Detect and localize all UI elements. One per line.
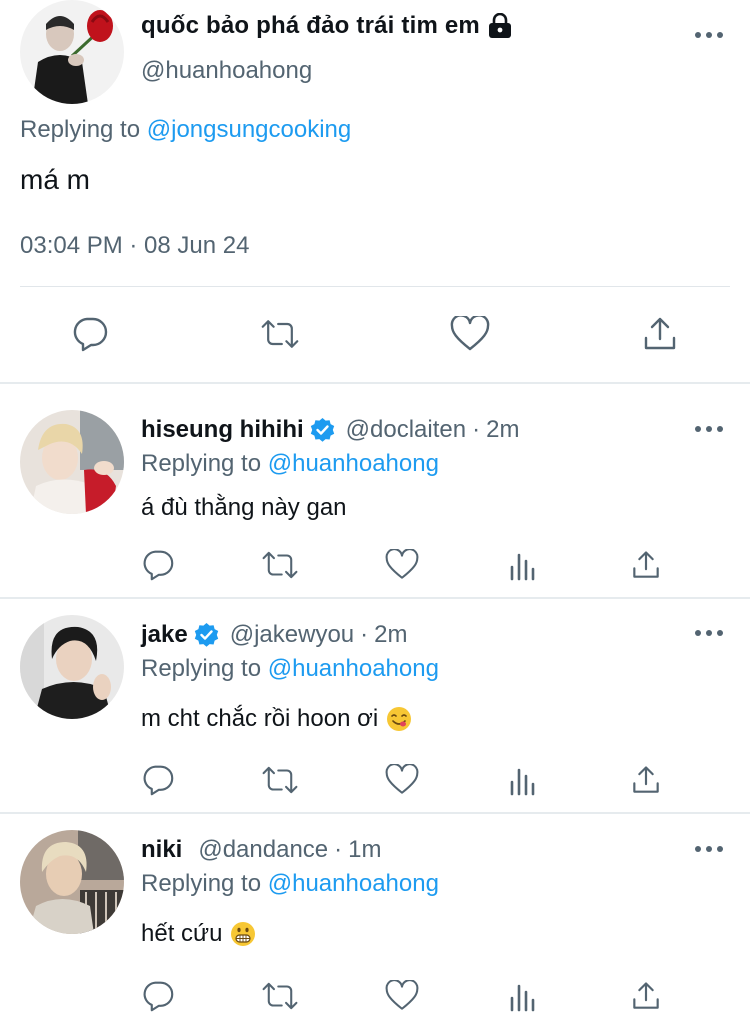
reply-icon[interactable] [138,976,178,1016]
replying-to-link[interactable]: @huanhoahong [268,870,439,897]
separator-dot: · [472,416,481,443]
replying-to-link[interactable]: @huanhoahong [268,450,439,477]
avatar[interactable] [20,410,124,514]
relative-time[interactable]: 2m [374,621,407,649]
more-options-icon[interactable] [695,30,723,40]
like-icon[interactable] [382,760,422,800]
reply-icon[interactable] [138,760,178,800]
like-icon[interactable] [382,545,422,585]
separator-dot: · [360,621,369,648]
tweet-thread-page: quốc bảo phá đảo trái tim em @huanhoahon… [0,0,750,1027]
tweet-actions [0,308,750,358]
reply-icon[interactable] [138,545,178,585]
tweet-text-content: m cht chắc rồi hoon ơi [141,705,379,732]
lock-icon [488,12,512,39]
like-icon[interactable] [382,976,422,1016]
more-options-icon[interactable] [695,424,723,434]
tweet-text: m cht chắc rồi hoon ơi [141,705,412,733]
replying-to: Replying to @huanhoahong [141,870,439,898]
relative-time[interactable]: 2m [486,416,519,444]
handle[interactable]: @dandance [198,836,328,864]
more-options-icon[interactable] [695,628,723,638]
display-name[interactable]: quốc bảo phá đảo trái tim em [141,12,512,40]
tweet-text: má m [20,164,90,195]
tweet-text-content: hết cứu [141,920,223,947]
replying-to: Replying to @jongsungcooking [20,116,351,144]
tweet-text: hết cứu [141,920,256,948]
more-options-icon[interactable] [695,844,723,854]
replying-to: Replying to @huanhoahong [141,655,439,683]
avatar[interactable] [20,0,124,104]
avatar[interactable] [20,830,124,934]
retweet-icon[interactable] [260,545,300,585]
replying-label: Replying to [20,116,141,143]
handle[interactable]: @huanhoahong [141,57,312,85]
handle[interactable]: @doclaiten [346,416,466,444]
grimace-emoji-icon [230,921,256,947]
share-icon[interactable] [626,760,666,800]
handle[interactable]: @jakewyou [230,621,354,649]
separator-dot: · [334,836,343,863]
reply-tweet[interactable]: niki @dandance · 1m Replying to @huanhoa… [0,814,750,1027]
reply-tweet[interactable]: hiseung hihihi @doclaiten · 2m Replying … [0,384,750,597]
avatar[interactable] [20,615,124,719]
tweet-text-content: á đù thằng này gan [141,494,347,521]
verified-badge-icon [309,417,336,444]
replying-to-link[interactable]: @huanhoahong [268,655,439,682]
yum-emoji-icon [386,706,412,732]
reply-header: niki @dandance · 1m [141,836,381,864]
verified-badge-icon [193,622,220,649]
replying-to: Replying to @huanhoahong [141,450,439,478]
display-name[interactable]: jake [141,621,188,649]
divider [20,286,730,287]
display-name[interactable]: hiseung hihihi [141,416,304,444]
share-icon[interactable] [626,976,666,1016]
replying-label: Replying to [141,870,262,897]
relative-time[interactable]: 1m [348,836,381,864]
views-icon[interactable] [504,976,544,1016]
replying-label: Replying to [141,655,262,682]
views-icon[interactable] [504,760,544,800]
retweet-icon[interactable] [260,314,300,354]
display-name-text: quốc bảo phá đảo trái tim em [141,12,480,39]
share-icon[interactable] [640,314,680,354]
like-icon[interactable] [450,314,490,354]
tweet-text: á đù thằng này gan [141,494,347,522]
replying-label: Replying to [141,450,262,477]
main-tweet: quốc bảo phá đảo trái tim em @huanhoahon… [0,0,750,382]
tweet-timestamp[interactable]: 03:04 PM · 08 Jun 24 [20,232,249,260]
retweet-icon[interactable] [260,976,300,1016]
views-icon[interactable] [504,545,544,585]
display-name[interactable]: niki [141,836,182,864]
reply-icon[interactable] [70,314,110,354]
replying-to-link[interactable]: @jongsungcooking [147,116,352,143]
reply-header: jake @jakewyou · 2m [141,621,407,649]
retweet-icon[interactable] [260,760,300,800]
reply-tweet[interactable]: jake @jakewyou · 2m Replying to @huanhoa… [0,599,750,812]
reply-header: hiseung hihihi @doclaiten · 2m [141,416,519,444]
share-icon[interactable] [626,545,666,585]
